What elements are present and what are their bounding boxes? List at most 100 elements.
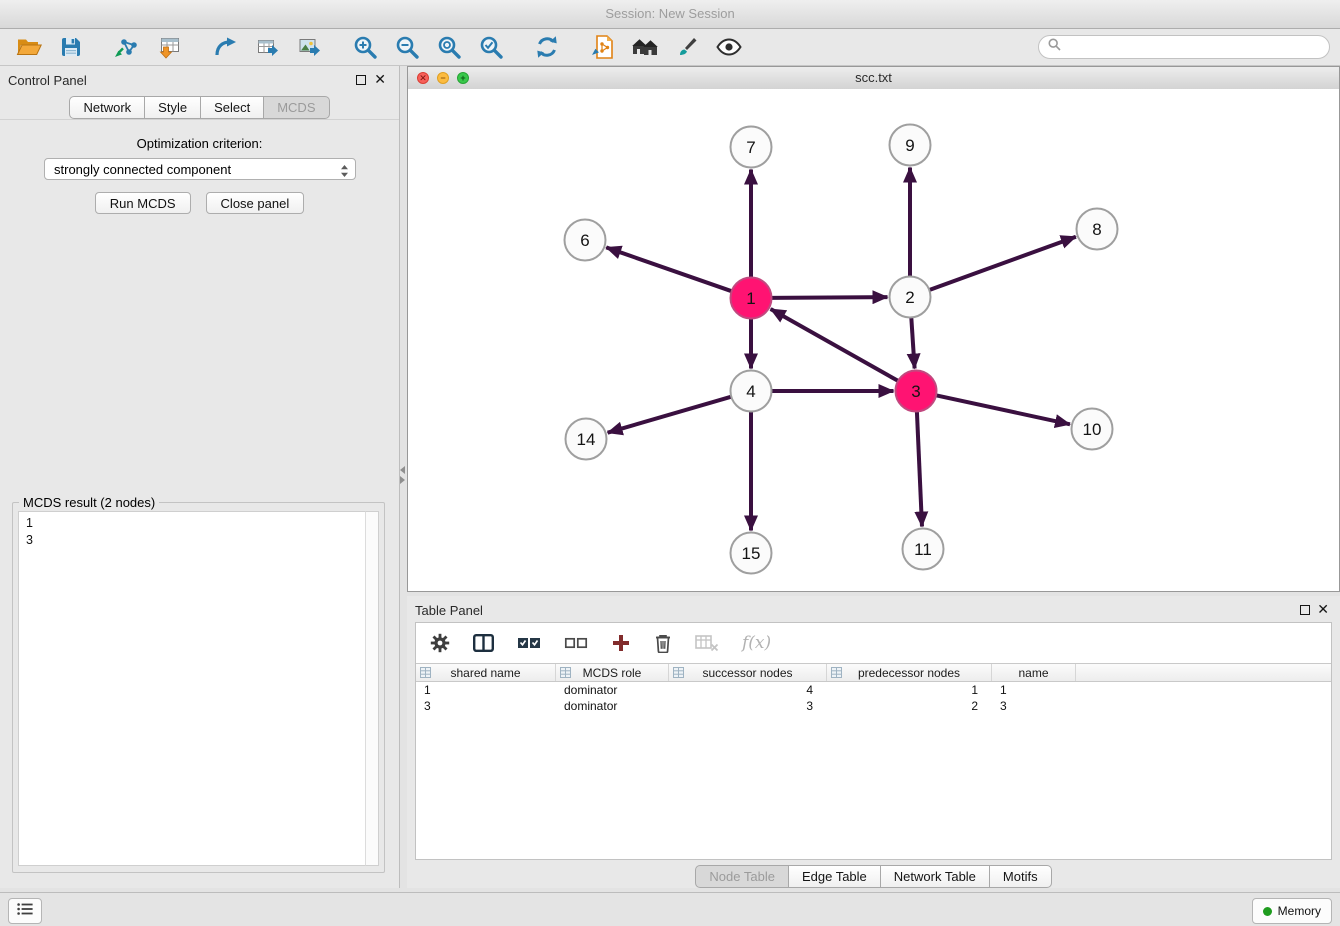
cell-MCDS-role[interactable]: dominator (556, 699, 669, 713)
node-label: 3 (911, 382, 920, 401)
close-panel-button[interactable]: Close panel (206, 192, 305, 214)
table-row[interactable]: 3dominator323 (416, 698, 1331, 714)
edge-3-11[interactable] (917, 412, 922, 527)
node-6[interactable]: 6 (565, 220, 606, 261)
node-7[interactable]: 7 (731, 127, 772, 168)
edge-1-6[interactable] (606, 247, 731, 291)
close-table-panel-icon[interactable]: ✕ (1317, 601, 1329, 617)
gear-icon[interactable] (430, 633, 450, 653)
tab-select[interactable]: Select (201, 96, 264, 119)
node-10[interactable]: 10 (1072, 409, 1113, 450)
network-window-titlebar[interactable]: ✕ − + scc.txt (408, 67, 1339, 90)
zoom-selected-button[interactable] (470, 31, 512, 63)
window-title-bar[interactable]: Session: New Session (0, 0, 1340, 29)
splitter-collapse-icons[interactable] (400, 464, 405, 486)
import-table-button[interactable] (148, 31, 190, 63)
home-button[interactable] (624, 31, 666, 63)
node-label: 14 (577, 430, 596, 449)
select-all-icon[interactable] (517, 635, 541, 651)
delete-column-icon[interactable] (654, 633, 672, 653)
column-header-name[interactable]: name (992, 664, 1076, 681)
tab-network[interactable]: Network (69, 96, 145, 119)
node-11[interactable]: 11 (903, 529, 944, 570)
save-session-button[interactable] (50, 31, 92, 63)
node-9[interactable]: 9 (890, 125, 931, 166)
criterion-dropdown[interactable]: strongly connected component (44, 158, 356, 180)
edge-3-1[interactable] (771, 309, 899, 381)
column-header-predecessor-nodes[interactable]: predecessor nodes (827, 664, 992, 681)
export-image-button[interactable] (288, 31, 330, 63)
task-history-button[interactable] (8, 898, 42, 924)
node-15[interactable]: 15 (731, 533, 772, 574)
fx-function-icon[interactable]: f(x) (742, 633, 771, 653)
network-doc-button[interactable] (582, 31, 624, 63)
tab-mcds[interactable]: MCDS (264, 96, 329, 119)
node-14[interactable]: 14 (566, 419, 607, 460)
cell-predecessor-nodes[interactable]: 2 (827, 699, 992, 713)
column-header-label: predecessor nodes (858, 666, 960, 680)
node-8[interactable]: 8 (1077, 209, 1118, 250)
table-toolbar: f(x) (416, 623, 1331, 663)
table-row[interactable]: 1dominator411 (416, 682, 1331, 698)
unselect-all-icon[interactable] (564, 635, 588, 651)
float-table-panel-icon[interactable] (1300, 605, 1310, 615)
cell-predecessor-nodes[interactable]: 1 (827, 683, 992, 697)
zoom-out-icon (394, 34, 420, 60)
close-window-button[interactable]: ✕ (417, 72, 429, 84)
panel-splitter[interactable] (400, 66, 407, 888)
close-panel-icon[interactable]: ✕ (374, 71, 386, 87)
edge-4-14[interactable] (608, 397, 732, 433)
result-scrollbar[interactable] (365, 511, 379, 866)
refresh-button[interactable] (526, 31, 568, 63)
tab-node-table[interactable]: Node Table (695, 865, 789, 888)
column-header-successor-nodes[interactable]: successor nodes (669, 664, 827, 681)
eye-button[interactable] (708, 31, 750, 63)
cell-successor-nodes[interactable]: 4 (669, 683, 827, 697)
float-panel-icon[interactable] (356, 75, 366, 85)
zoom-out-button[interactable] (386, 31, 428, 63)
zoom-fit-button[interactable] (428, 31, 470, 63)
edge-2-3[interactable] (911, 318, 914, 369)
tab-network-table[interactable]: Network Table (881, 865, 990, 888)
search-input[interactable] (1067, 39, 1320, 56)
tab-motifs[interactable]: Motifs (990, 865, 1052, 888)
node-1[interactable]: 1 (731, 278, 772, 319)
cell-successor-nodes[interactable]: 3 (669, 699, 827, 713)
node-3[interactable]: 3 (896, 371, 937, 412)
import-network-button[interactable] (106, 31, 148, 63)
memory-button[interactable]: Memory (1252, 898, 1332, 924)
zoom-window-button[interactable]: + (457, 72, 469, 84)
cell-shared-name[interactable]: 3 (416, 699, 556, 713)
export-table-button[interactable] (246, 31, 288, 63)
cell-MCDS-role[interactable]: dominator (556, 683, 669, 697)
cell-name[interactable]: 3 (992, 699, 1076, 713)
column-header-MCDS-role[interactable]: MCDS role (556, 664, 669, 681)
cell-shared-name[interactable]: 1 (416, 683, 556, 697)
criterion-dropdown-value: strongly connected component (54, 162, 231, 177)
table-column-headers: shared nameMCDS rolesuccessor nodes prede… (416, 663, 1331, 682)
style-brush-button[interactable] (666, 31, 708, 63)
delete-table-icon[interactable] (695, 634, 719, 652)
node-4[interactable]: 4 (731, 371, 772, 412)
run-mcds-button[interactable]: Run MCDS (95, 192, 191, 214)
add-column-icon[interactable] (611, 633, 631, 653)
open-session-button[interactable] (8, 31, 50, 63)
split-panel-icon[interactable] (473, 634, 494, 652)
column-header-shared-name[interactable]: shared name (416, 664, 556, 681)
network-graph-canvas[interactable]: 7 9 6 8 1 2 4 3 14 10 15 11 (408, 89, 1339, 591)
minimize-window-button[interactable]: − (437, 72, 449, 84)
edge-1-2[interactable] (772, 297, 888, 298)
search-field[interactable] (1038, 35, 1330, 59)
zoom-in-button[interactable] (344, 31, 386, 63)
table-panel-title: Table Panel (415, 603, 483, 618)
cell-name[interactable]: 1 (992, 683, 1076, 697)
node-2[interactable]: 2 (890, 277, 931, 318)
node-label: 6 (580, 231, 589, 250)
tab-edge-table[interactable]: Edge Table (789, 865, 881, 888)
node-label: 1 (746, 289, 755, 308)
edge-2-8[interactable] (929, 237, 1076, 290)
mcds-button-row: Run MCDS Close panel (0, 192, 399, 214)
edge-3-10[interactable] (936, 395, 1070, 424)
tab-style[interactable]: Style (145, 96, 201, 119)
export-network-button[interactable] (204, 31, 246, 63)
